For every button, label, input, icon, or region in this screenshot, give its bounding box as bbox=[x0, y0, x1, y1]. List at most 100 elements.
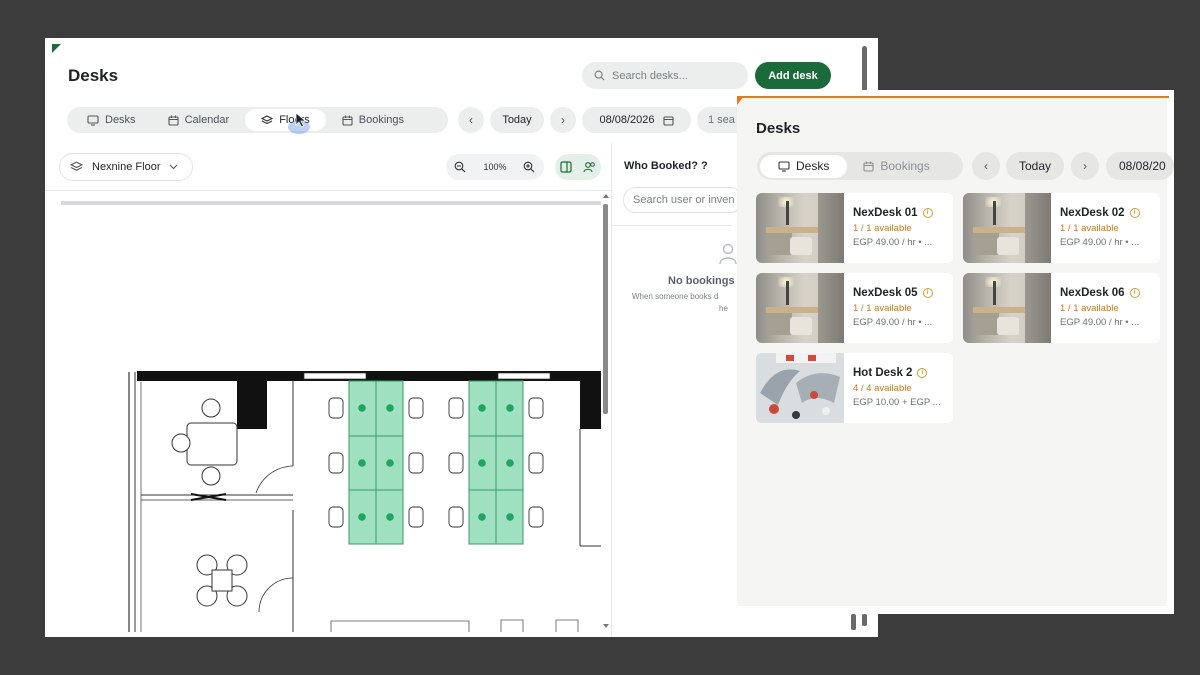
window-corner-mark bbox=[737, 96, 744, 105]
sidebar-panel-icon[interactable] bbox=[560, 161, 572, 173]
empty-state-description-line2: he bbox=[719, 304, 728, 313]
who-booked-search-input[interactable]: Search user or inven bbox=[623, 187, 743, 213]
add-desk-button[interactable]: Add desk bbox=[755, 62, 831, 89]
info-icon[interactable]: i bbox=[1129, 288, 1140, 298]
canvas-scrollbar[interactable] bbox=[601, 192, 611, 632]
window-scrollbar-thumb[interactable] bbox=[862, 614, 867, 626]
panel-divider bbox=[611, 143, 612, 637]
tab-desks[interactable]: Desks bbox=[71, 109, 152, 131]
calendar-icon bbox=[863, 161, 874, 172]
info-icon[interactable]: i bbox=[922, 208, 933, 218]
calendar-icon bbox=[662, 115, 674, 126]
info-icon[interactable]: i bbox=[922, 288, 933, 298]
calendar-icon bbox=[168, 115, 179, 126]
desk-name: NexDesk 02 bbox=[1060, 207, 1125, 219]
desk-card[interactable]: NexDesk 05 i 1 / 1 available EGP 49.00 / … bbox=[756, 273, 953, 343]
user-icon bbox=[719, 243, 737, 265]
seat-dot bbox=[358, 404, 366, 412]
search-desks-input[interactable]: Search desks... bbox=[582, 62, 748, 89]
monitor-icon bbox=[778, 160, 790, 172]
canvas-top-scroll bbox=[61, 201, 601, 205]
desk-price: EGP 49.00 / hr • ... bbox=[1060, 237, 1140, 248]
floor-select[interactable]: Nexnine Floor bbox=[59, 153, 193, 181]
view-tabs: Desks Bookings bbox=[757, 152, 963, 180]
hot-desk-photo bbox=[756, 353, 844, 423]
desk-price: EGP 10.00 + EGP ... bbox=[853, 397, 941, 408]
desk-card[interactable]: Hot Desk 2 i 4 / 4 available EGP 10.00 + … bbox=[756, 353, 953, 423]
info-icon[interactable]: i bbox=[1129, 208, 1140, 218]
seat-dot bbox=[478, 459, 486, 467]
seat-dot bbox=[386, 513, 394, 521]
users-icon[interactable] bbox=[583, 161, 596, 173]
panel-toggle bbox=[555, 154, 601, 180]
seat-dot bbox=[478, 513, 486, 521]
desk-availability: 1 / 1 available bbox=[853, 223, 912, 234]
seat-dot bbox=[386, 459, 394, 467]
search-placeholder: Search desks... bbox=[612, 69, 688, 82]
date-value: 08/08/2026 bbox=[599, 114, 655, 126]
info-icon[interactable]: i bbox=[917, 368, 928, 378]
tab-bookings-label: Bookings bbox=[880, 159, 930, 173]
chair bbox=[201, 398, 221, 418]
layers-icon bbox=[70, 161, 83, 171]
chevron-down-icon bbox=[170, 164, 178, 170]
desk-cluster-a bbox=[348, 380, 404, 545]
zoom-out-icon[interactable] bbox=[454, 161, 466, 173]
tab-desks-label: Desks bbox=[105, 114, 136, 126]
search-icon bbox=[594, 70, 605, 81]
desk-card[interactable]: NexDesk 02 i 1 / 1 available EGP 49.00 / … bbox=[963, 193, 1160, 263]
window-corner-mark bbox=[52, 44, 61, 53]
who-booked-divider bbox=[612, 225, 732, 226]
bottom-furniture bbox=[330, 619, 579, 632]
today-button[interactable]: Today bbox=[490, 107, 544, 133]
desk-card[interactable]: NexDesk 06 i 1 / 1 available EGP 49.00 / … bbox=[963, 273, 1160, 343]
tab-desks-label: Desks bbox=[796, 159, 830, 173]
seat-dot bbox=[358, 513, 366, 521]
zoom-in-icon[interactable] bbox=[523, 161, 535, 173]
desk-availability: 1 / 1 available bbox=[1060, 223, 1119, 234]
date-picker[interactable]: 08/08/2026 bbox=[582, 107, 691, 133]
window-scrollbar-thumb[interactable] bbox=[851, 614, 856, 630]
chevron-left-icon: ‹ bbox=[469, 113, 473, 127]
tab-calendar-label: Calendar bbox=[184, 114, 230, 126]
seat-dot bbox=[358, 459, 366, 467]
desk-photo bbox=[756, 193, 844, 263]
desk-name: NexDesk 01 bbox=[853, 207, 918, 219]
desk-card[interactable]: NexDesk 01 i 1 / 1 available EGP 49.00 / … bbox=[756, 193, 953, 263]
tab-floors[interactable]: Floors bbox=[245, 109, 326, 131]
seat-dot bbox=[506, 404, 514, 412]
chair bbox=[201, 466, 221, 486]
desk-price: EGP 49.00 / hr • ... bbox=[853, 317, 933, 328]
prev-day-button[interactable]: ‹ bbox=[972, 152, 1000, 180]
date-picker[interactable]: 08/08/20 bbox=[1106, 152, 1174, 180]
tab-bookings[interactable]: Bookings bbox=[326, 109, 420, 131]
today-button[interactable]: Today bbox=[1006, 152, 1064, 180]
door-swing bbox=[255, 465, 294, 494]
zoom-controls: 100% bbox=[446, 154, 544, 180]
floor-select-value: Nexnine Floor bbox=[92, 161, 161, 173]
tab-bookings-label: Bookings bbox=[358, 114, 405, 126]
meeting-table bbox=[211, 569, 233, 592]
desk-cluster-b bbox=[468, 380, 524, 545]
next-day-button[interactable]: › bbox=[1071, 152, 1099, 180]
floor-plan-canvas[interactable] bbox=[61, 198, 601, 632]
prev-day-button[interactable]: ‹ bbox=[458, 107, 484, 133]
tab-desks[interactable]: Desks bbox=[760, 154, 848, 178]
page-title: Desks bbox=[756, 120, 801, 137]
tab-calendar[interactable]: Calendar bbox=[152, 109, 246, 131]
seat-dot bbox=[506, 513, 514, 521]
meeting-table bbox=[186, 422, 238, 466]
seat-dot bbox=[506, 459, 514, 467]
empty-state-description: When someone books d bbox=[632, 292, 719, 301]
chevron-left-icon: ‹ bbox=[984, 159, 988, 173]
mouse-cursor-icon bbox=[295, 112, 307, 128]
next-day-button[interactable]: › bbox=[550, 107, 576, 133]
desk-photo bbox=[963, 273, 1051, 343]
window-scrollbar-thumb[interactable] bbox=[862, 46, 867, 92]
monitor-icon bbox=[87, 114, 99, 126]
desk-availability: 1 / 1 available bbox=[1060, 303, 1119, 314]
desk-availability: 1 / 1 available bbox=[853, 303, 912, 314]
empty-state-title: No bookings bbox=[668, 275, 735, 287]
door-swing bbox=[258, 577, 294, 613]
tab-bookings[interactable]: Bookings bbox=[847, 155, 945, 178]
